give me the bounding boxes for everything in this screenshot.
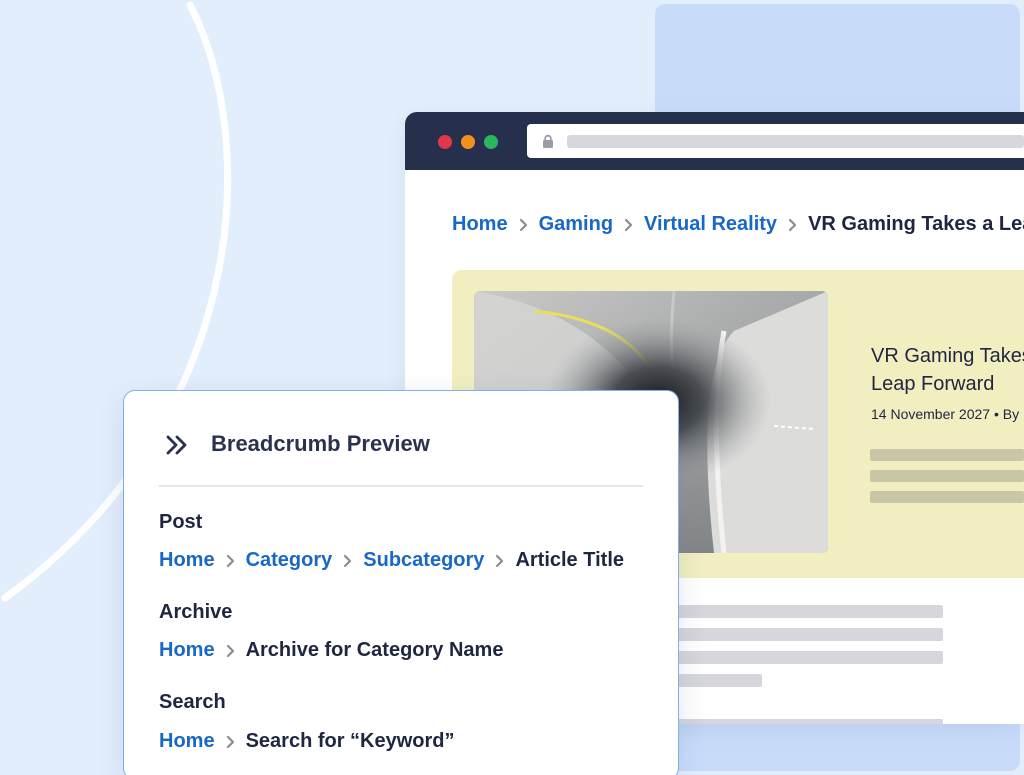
content-placeholder	[675, 605, 943, 618]
content-placeholder	[675, 651, 943, 664]
address-bar[interactable]	[527, 124, 1024, 158]
article-title[interactable]: VR Gaming Takes a Leap Forward	[871, 342, 1024, 398]
meta-separator: •	[993, 406, 1003, 422]
breadcrumb-preview-card: Breadcrumb Preview Post Home Category Su…	[123, 390, 679, 775]
post-breadcrumb: Home Category Subcategory Article Title	[159, 549, 624, 572]
article-meta: 14 November 2027 • By	[871, 406, 1024, 422]
content-placeholder	[675, 674, 762, 687]
breadcrumb-home[interactable]: Home	[159, 639, 215, 662]
article-date: 14 November 2027	[871, 406, 991, 422]
breadcrumb-subcategory[interactable]: Subcategory	[363, 549, 484, 572]
chevron-right-icon	[495, 554, 504, 568]
chevron-right-icon	[226, 644, 235, 658]
breadcrumb-current-page: VR Gaming Takes a Leap Forward	[808, 213, 1024, 235]
excerpt-placeholder	[870, 449, 1024, 461]
browser-toolbar	[405, 112, 1024, 170]
section-label-search: Search	[159, 691, 226, 713]
divider	[159, 485, 643, 487]
chevron-right-icon	[226, 735, 235, 749]
breadcrumb-category[interactable]: Category	[246, 549, 333, 572]
minimize-window-dot[interactable]	[461, 135, 475, 149]
chevron-right-icon	[624, 218, 633, 232]
lock-icon	[543, 134, 553, 148]
close-window-dot[interactable]	[438, 135, 452, 149]
chevron-right-icon	[343, 554, 352, 568]
article-byline: By	[1002, 406, 1020, 422]
chevron-right-icon	[788, 218, 797, 232]
double-chevron-right-icon	[166, 435, 187, 455]
breadcrumb-home[interactable]: Home	[159, 730, 215, 753]
chevron-right-icon	[226, 554, 235, 568]
preview-title: Breadcrumb Preview	[211, 431, 430, 456]
excerpt-placeholder	[870, 470, 1024, 482]
breadcrumb: Home Gaming Virtual Reality VR Gaming Ta…	[452, 213, 1024, 236]
breadcrumb-gaming[interactable]: Gaming	[539, 213, 613, 236]
maximize-window-dot[interactable]	[484, 135, 498, 149]
search-breadcrumb: Home Search for “Keyword”	[159, 730, 455, 753]
section-label-archive: Archive	[159, 601, 233, 623]
content-placeholder	[675, 719, 943, 724]
breadcrumb-current-page: Archive for Category Name	[245, 639, 504, 661]
excerpt-placeholder	[870, 491, 1024, 503]
url-placeholder	[567, 135, 1024, 148]
breadcrumb-current-page: Article Title	[515, 549, 624, 571]
breadcrumb-virtual-reality[interactable]: Virtual Reality	[644, 213, 777, 236]
breadcrumb-current-page: Search for “Keyword”	[245, 730, 455, 752]
breadcrumb-home[interactable]: Home	[159, 549, 215, 572]
archive-breadcrumb: Home Archive for Category Name	[159, 639, 503, 662]
breadcrumb-home[interactable]: Home	[452, 213, 508, 236]
section-label-post: Post	[159, 511, 203, 533]
chevron-right-icon	[519, 218, 528, 232]
content-placeholder	[675, 628, 943, 641]
